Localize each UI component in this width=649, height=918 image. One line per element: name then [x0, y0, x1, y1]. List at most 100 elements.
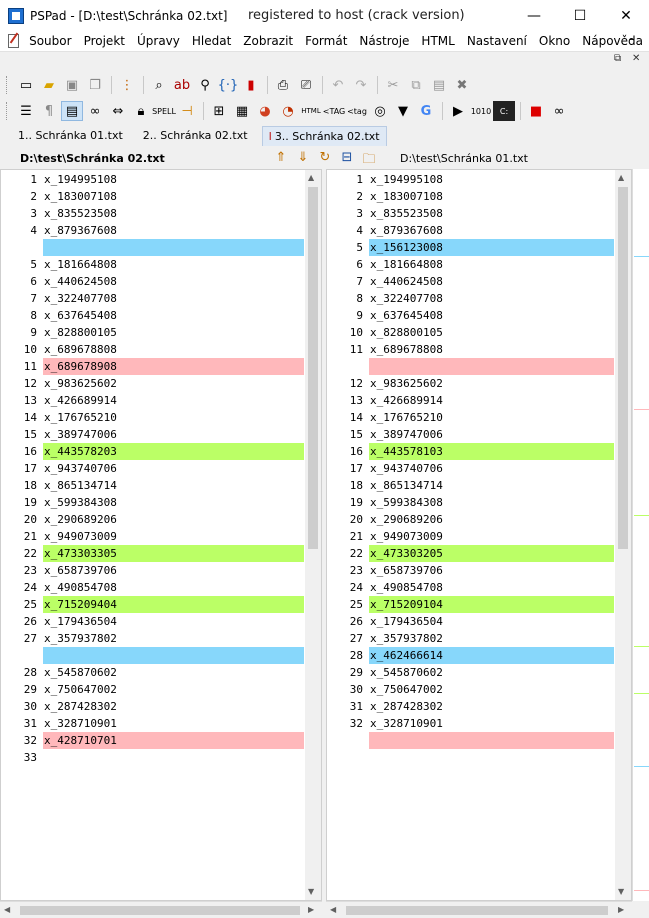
web-icon[interactable]: ◎ [369, 101, 391, 121]
editor-line[interactable]: 19 x_599384308 [327, 494, 631, 511]
editor-line[interactable]: 24 x_490854708 [1, 579, 321, 596]
editor-line[interactable]: 17 x_943740706 [1, 460, 321, 477]
editor-line[interactable]: 5 x_156123008 [327, 239, 631, 256]
left-hscroll-thumb[interactable] [20, 906, 300, 915]
tab-schranka-02-diff[interactable]: I 3.. Schránka 02.txt [261, 126, 387, 146]
editor-line[interactable]: 10 x_828800105 [327, 324, 631, 341]
open-folder-icon[interactable]: ▰ [38, 75, 60, 95]
cut-icon[interactable]: ✂ [382, 75, 404, 95]
editor-line[interactable]: 32 x_328710901 [327, 715, 631, 732]
maximize-button[interactable]: ☐ [557, 0, 603, 31]
word-wrap-icon[interactable]: ▤ [61, 101, 83, 121]
overview-mark[interactable] [634, 890, 649, 891]
editor-line[interactable]: 25 x_715209404 [1, 596, 321, 613]
editor-line[interactable]: 11 x_689678808 [327, 341, 631, 358]
project-tree-icon[interactable]: ⋮ [116, 75, 138, 95]
bracket-match-icon[interactable]: {·} [217, 75, 239, 95]
copy-icon[interactable]: ⧉ [405, 75, 427, 95]
scroll-down-icon[interactable]: ▼ [618, 887, 624, 896]
overview-mark[interactable] [634, 693, 649, 694]
scroll-left-icon[interactable]: ◀ [330, 905, 336, 914]
tab-schranka-01[interactable]: 1.. Schránka 01.txt [12, 126, 129, 146]
editor-line[interactable]: 10 x_689678808 [1, 341, 321, 358]
console-icon[interactable]: C: [493, 101, 515, 121]
editor-line[interactable]: 23 x_658739706 [327, 562, 631, 579]
right-horizontal-scrollbar[interactable]: ◀ ▶ [326, 901, 632, 917]
overview-mark[interactable] [634, 409, 649, 410]
editor-line[interactable]: 6 x_440624508 [1, 273, 321, 290]
overview-mark[interactable] [634, 766, 649, 767]
editor-line[interactable]: 2 x_183007108 [1, 188, 321, 205]
tag-close-icon[interactable]: <tag [346, 101, 368, 121]
editor-line[interactable]: 15 x_389747006 [327, 426, 631, 443]
google-icon[interactable]: G [415, 101, 437, 121]
editor-line[interactable]: 27 x_357937802 [1, 630, 321, 647]
menu-html[interactable]: HTML [415, 34, 460, 48]
editor-line[interactable]: 13 x_426689914 [1, 392, 321, 409]
format-icon[interactable]: ▦ [231, 101, 253, 121]
preview-icon[interactable]: ⎙ [272, 75, 294, 95]
compare-icon[interactable]: ⇔ [107, 101, 129, 121]
run-icon[interactable]: ▶ [447, 101, 469, 121]
editor-line[interactable]: 12 x_983625602 [327, 375, 631, 392]
editor-line[interactable]: 16 x_443578203 [1, 443, 321, 460]
editor-line[interactable]: 8 x_322407708 [327, 290, 631, 307]
left-horizontal-scrollbar[interactable]: ◀ ▶ [0, 901, 322, 917]
menu-nastroje[interactable]: Nástroje [353, 34, 415, 48]
editor-line[interactable]: 22 x_473303305 [1, 545, 321, 562]
scroll-down-icon[interactable]: ▼ [308, 887, 314, 896]
menu-upravy[interactable]: Úpravy [131, 34, 186, 48]
find-icon[interactable]: ⌕ [148, 75, 170, 95]
menu-zobrazit[interactable]: Zobrazit [237, 34, 299, 48]
print-icon[interactable]: ⎚ [295, 75, 317, 95]
editor-line[interactable]: 31 x_287428302 [327, 698, 631, 715]
mdi-minimize-button[interactable]: – [629, 32, 635, 46]
editor-line[interactable]: 20 x_290689206 [1, 511, 321, 528]
editor-line[interactable]: 30 x_287428302 [1, 698, 321, 715]
editor-line[interactable] [1, 647, 321, 664]
close-button[interactable]: ✕ [603, 0, 649, 31]
editor-line[interactable]: 7 x_440624508 [327, 273, 631, 290]
mdi-restore-icon[interactable]: ⧉ [614, 53, 621, 64]
editor-line[interactable]: 18 x_865134714 [1, 477, 321, 494]
find-in-files-icon[interactable]: ⚲ [194, 75, 216, 95]
editor-line[interactable]: 26 x_179436504 [1, 613, 321, 630]
editor-line[interactable]: 7 x_322407708 [1, 290, 321, 307]
scroll-right-icon[interactable]: ▶ [618, 905, 624, 914]
document-icon[interactable] [8, 34, 20, 48]
editor-line[interactable]: 27 x_357937802 [327, 630, 631, 647]
editor-line[interactable] [1, 239, 321, 256]
editor-line[interactable]: 28 x_545870602 [1, 664, 321, 681]
paste-icon[interactable]: ▤ [428, 75, 450, 95]
minimize-button[interactable]: — [511, 0, 557, 31]
editor-line[interactable]: 20 x_290689206 [327, 511, 631, 528]
save-icon[interactable]: ▣ [61, 75, 83, 95]
indent-icon[interactable]: ☰ [15, 101, 37, 121]
redo-icon[interactable]: ↷ [350, 75, 372, 95]
hex-icon[interactable]: 1010 [470, 101, 492, 121]
editor-line[interactable]: 13 x_426689914 [327, 392, 631, 409]
right-editor-pane[interactable]: 1 x_194995108 2 x_183007108 3 x_835523508 4 x_8… [326, 169, 632, 901]
scroll-up-icon[interactable]: ▲ [308, 173, 314, 182]
code-icon[interactable]: ⊞ [208, 101, 230, 121]
menu-soubor[interactable]: Soubor [23, 34, 77, 48]
editor-line[interactable]: 14 x_176765210 [327, 409, 631, 426]
filter-icon[interactable]: ▼ [392, 101, 414, 121]
editor-line[interactable]: 21 x_949073009 [327, 528, 631, 545]
right-vertical-scrollbar[interactable]: ▲ ▼ [615, 170, 631, 900]
editor-line[interactable]: 31 x_328710901 [1, 715, 321, 732]
editor-line[interactable]: 2 x_183007108 [327, 188, 631, 205]
editor-line[interactable]: 12 x_983625602 [1, 375, 321, 392]
editor-line[interactable]: 28 x_462466614 [327, 647, 631, 664]
new-file-icon[interactable]: ▭ [15, 75, 37, 95]
editor-line[interactable]: 3 x_835523508 [327, 205, 631, 222]
diff-overview-ruler[interactable] [632, 169, 649, 901]
menu-hledat[interactable]: Hledat [186, 34, 237, 48]
delete-icon[interactable]: ✖ [451, 75, 473, 95]
diff-icon[interactable]: ∞ [84, 101, 106, 121]
toolbar-grip[interactable] [6, 102, 9, 120]
overview-mark[interactable] [634, 256, 649, 257]
editor-line[interactable]: 4 x_879367608 [327, 222, 631, 239]
editor-line[interactable]: 9 x_828800105 [1, 324, 321, 341]
menu-projekt[interactable]: Projekt [78, 34, 131, 48]
